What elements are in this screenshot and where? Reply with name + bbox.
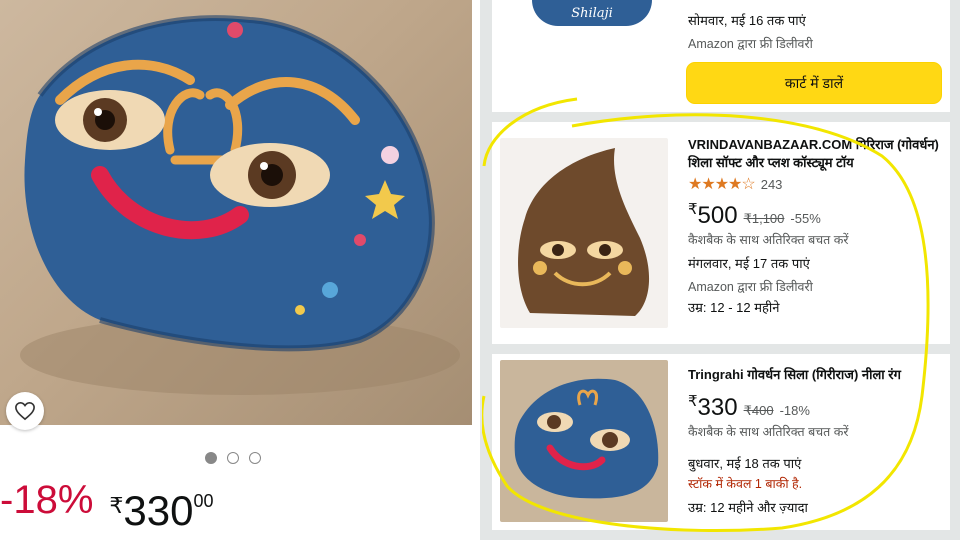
price-whole: 330 — [123, 487, 194, 534]
delivery-date: बुधवार, मई 18 तक पाएं — [688, 455, 802, 471]
star-rating-icon: ★★★★☆ — [688, 176, 756, 194]
image-carousel-dots — [205, 452, 261, 464]
product-price: ₹ 330 00 — [109, 487, 213, 535]
price-line: ₹500 ₹1,100 -55% — [688, 200, 942, 232]
plush-stone-image — [518, 148, 650, 316]
thumbnail-text: Shilaji — [571, 5, 613, 21]
age-range: उम्र: 12 - 12 महीने — [688, 300, 780, 316]
product-thumbnail[interactable] — [500, 360, 668, 522]
list-price: ₹400 — [743, 402, 774, 418]
result-card[interactable]: Tringrahi गोवर्धन सिला (गिरीराज) नीला रं… — [492, 354, 950, 530]
heart-icon — [15, 401, 35, 421]
list-price: ₹1,100 — [743, 210, 785, 226]
add-to-cart-button[interactable]: कार्ट में डालें — [686, 62, 942, 104]
wishlist-heart-button[interactable] — [6, 392, 44, 430]
discount-percent: -55% — [790, 210, 821, 226]
product-image[interactable] — [0, 0, 472, 425]
rating-count: 243 — [760, 177, 783, 193]
currency-symbol: ₹ — [109, 493, 124, 518]
discount-percent: -18% — [0, 478, 94, 522]
price-fraction: 00 — [193, 491, 214, 511]
stone-face-image — [20, 15, 460, 395]
result-card[interactable]: VRINDAVANBAZAAR.COM गिरिराज (गोवर्धन) शि… — [492, 122, 950, 344]
product-thumbnail[interactable] — [500, 138, 668, 328]
product-title[interactable]: Tringrahi गोवर्धन सिला (गिरीराज) नीला रं… — [688, 366, 942, 384]
discount-percent: -18% — [779, 402, 810, 418]
current-price: ₹500 — [688, 200, 738, 229]
result-card-top[interactable]: Shilaji सोमवार, मई 16 तक पाएं Amazon द्व… — [492, 0, 950, 112]
age-range: उम्र: 12 महीने और ज़्यादा — [688, 500, 808, 516]
low-stock-warning: स्टॉक में केवल 1 बाकी है. — [688, 477, 803, 492]
product-detail-panel: -18% ₹ 330 00 — [0, 0, 472, 540]
product-title[interactable]: VRINDAVANBAZAAR.COM गिरिराज (गोवर्धन) शि… — [688, 136, 942, 171]
search-results-panel: Shilaji सोमवार, मई 16 तक पाएं Amazon द्व… — [480, 0, 960, 540]
product-thumbnail[interactable]: Shilaji — [532, 0, 652, 26]
cashback-text: कैशबैक के साथ अतिरिक्त बचत करें — [688, 233, 849, 248]
carousel-dot[interactable] — [249, 452, 261, 464]
rating[interactable]: ★★★★☆ 243 — [688, 174, 942, 196]
current-price: ₹330 — [688, 392, 738, 421]
stone-face-image — [514, 378, 659, 499]
price-line: ₹330 ₹400 -18% — [688, 392, 942, 424]
carousel-dot[interactable] — [227, 452, 239, 464]
free-delivery-text: Amazon द्वारा फ्री डिलीवरी — [688, 36, 813, 51]
free-delivery-text: Amazon द्वारा फ्री डिलीवरी — [688, 279, 813, 294]
delivery-date: सोमवार, मई 16 तक पाएं — [688, 13, 806, 28]
cashback-text: कैशबैक के साथ अतिरिक्त बचत करें — [688, 424, 849, 439]
delivery-date: मंगलवार, मई 17 तक पाएं — [688, 255, 810, 271]
price-row: -18% ₹ 330 00 — [0, 478, 214, 535]
carousel-dot[interactable] — [205, 452, 217, 464]
